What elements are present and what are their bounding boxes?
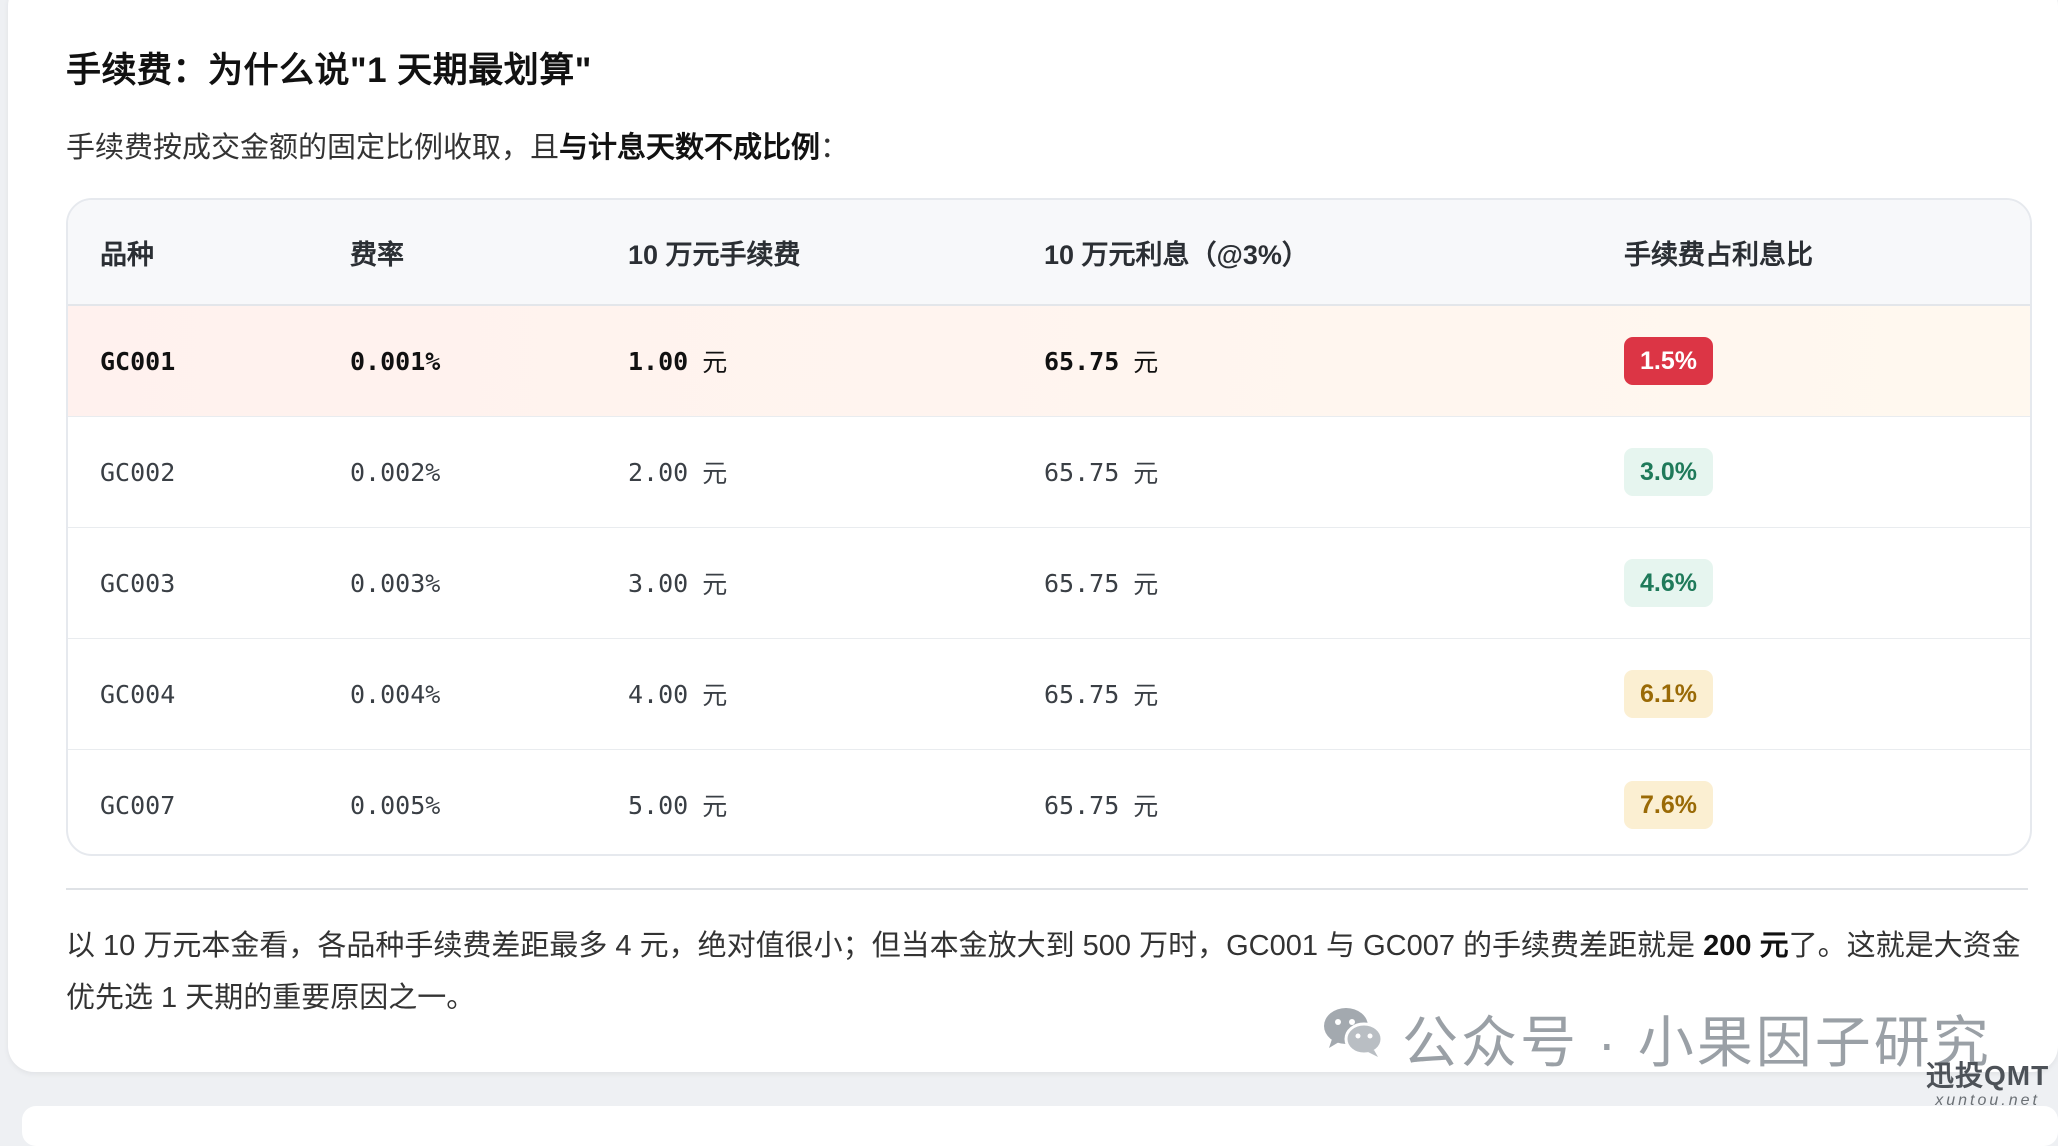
header-interest: 10 万元利息（@3%） <box>1044 239 1309 270</box>
section-title: 手续费：为什么说"1 天期最划算" <box>66 51 592 90</box>
cell-interest: 65.75 元 <box>1044 528 1158 638</box>
table-row: GC004 0.004% 4.00 元 65.75 元 6.1% <box>68 639 2030 750</box>
table-row: GC002 0.002% 2.00 元 65.75 元 3.0% <box>68 417 2030 528</box>
unit-label: 元 <box>1133 348 1159 377</box>
cell-rate: 0.004% <box>350 679 441 709</box>
ratio-badge: 6.1% <box>1624 670 1713 718</box>
divider <box>66 888 2028 890</box>
fee-table: 品种 费率 10 万元手续费 10 万元利息（@3%） 手续费占利息比 GC00… <box>66 198 2032 856</box>
table-row: GC001 0.001% 1.00 元 65.75 元 1.5% <box>68 306 2030 417</box>
header-rate: 费率 <box>350 239 404 270</box>
cell-interest: 65.75 元 <box>1044 750 1159 854</box>
unit-label: 元 <box>1133 459 1159 488</box>
cell-interest: 65.75 元 <box>1044 306 1158 416</box>
unit-label: 元 <box>1133 792 1159 821</box>
intro-emphasis: 与计息天数不成比例 <box>559 132 821 164</box>
cell-ratio: 6.1% <box>1624 639 1713 749</box>
ratio-badge: 4.6% <box>1624 559 1713 607</box>
corner-logo: 迅投QMT xuntou.net <box>1926 1054 2049 1110</box>
unit-label: 元 <box>702 570 728 599</box>
corner-logo-title: 迅投QMT <box>1926 1060 2050 1091</box>
cell-rate: 0.003% <box>350 568 441 598</box>
cell-variety: GC001 <box>100 346 176 376</box>
unit-label: 元 <box>702 459 728 488</box>
cell-fee: 2.00 元 <box>628 417 727 527</box>
watermark-text: 公众号 · 小果因子研究 <box>1402 1011 1992 1074</box>
conclusion-emphasis: 200 元 <box>1703 930 1789 962</box>
intro-text: 手续费按成交金额的固定比例收取，且与计息天数不成比例： <box>66 132 850 164</box>
next-card-edge <box>22 1106 2058 1146</box>
ratio-badge: 7.6% <box>1624 781 1713 829</box>
cell-variety: GC002 <box>100 457 176 487</box>
cell-variety: GC007 <box>100 790 176 820</box>
wechat-icon <box>1322 1005 1384 1072</box>
cell-variety: GC003 <box>100 568 176 598</box>
unit-label: 元 <box>702 681 728 710</box>
cell-fee: 4.00 元 <box>628 639 727 749</box>
unit-label: 元 <box>1133 570 1159 599</box>
ratio-badge: 1.5% <box>1624 337 1713 385</box>
cell-rate: 0.001% <box>350 346 441 376</box>
header-variety: 品种 <box>100 239 154 270</box>
cell-fee: 5.00 元 <box>628 750 728 854</box>
header-ratio: 手续费占利息比 <box>1624 239 1813 270</box>
ratio-badge: 3.0% <box>1624 448 1713 496</box>
table-row: GC007 0.005% 5.00 元 65.75 元 7.6% <box>68 750 2030 854</box>
header-fee: 10 万元手续费 <box>628 239 801 270</box>
table-row: GC003 0.003% 3.00 元 65.75 元 4.6% <box>68 528 2030 639</box>
cell-ratio: 1.5% <box>1624 306 1713 416</box>
cell-interest: 65.75 元 <box>1044 417 1158 527</box>
unit-label: 元 <box>702 348 728 377</box>
cell-ratio: 7.6% <box>1624 750 1713 854</box>
table-header-row: 品种 费率 10 万元手续费 10 万元利息（@3%） 手续费占利息比 <box>68 200 2030 307</box>
cell-interest: 65.75 元 <box>1044 639 1158 749</box>
cell-rate: 0.002% <box>350 457 441 487</box>
cell-fee: 3.00 元 <box>628 528 727 638</box>
watermark: 公众号 · 小果因子研究 <box>1322 998 1992 1079</box>
cell-ratio: 3.0% <box>1624 417 1713 527</box>
corner-logo-url: xuntou.net <box>1935 1092 2040 1109</box>
cell-ratio: 4.6% <box>1624 528 1713 638</box>
cell-variety: GC004 <box>100 679 176 709</box>
cell-rate: 0.005% <box>350 790 441 820</box>
unit-label: 元 <box>1133 681 1159 710</box>
unit-label: 元 <box>702 792 728 821</box>
cell-fee: 1.00 元 <box>628 306 727 416</box>
